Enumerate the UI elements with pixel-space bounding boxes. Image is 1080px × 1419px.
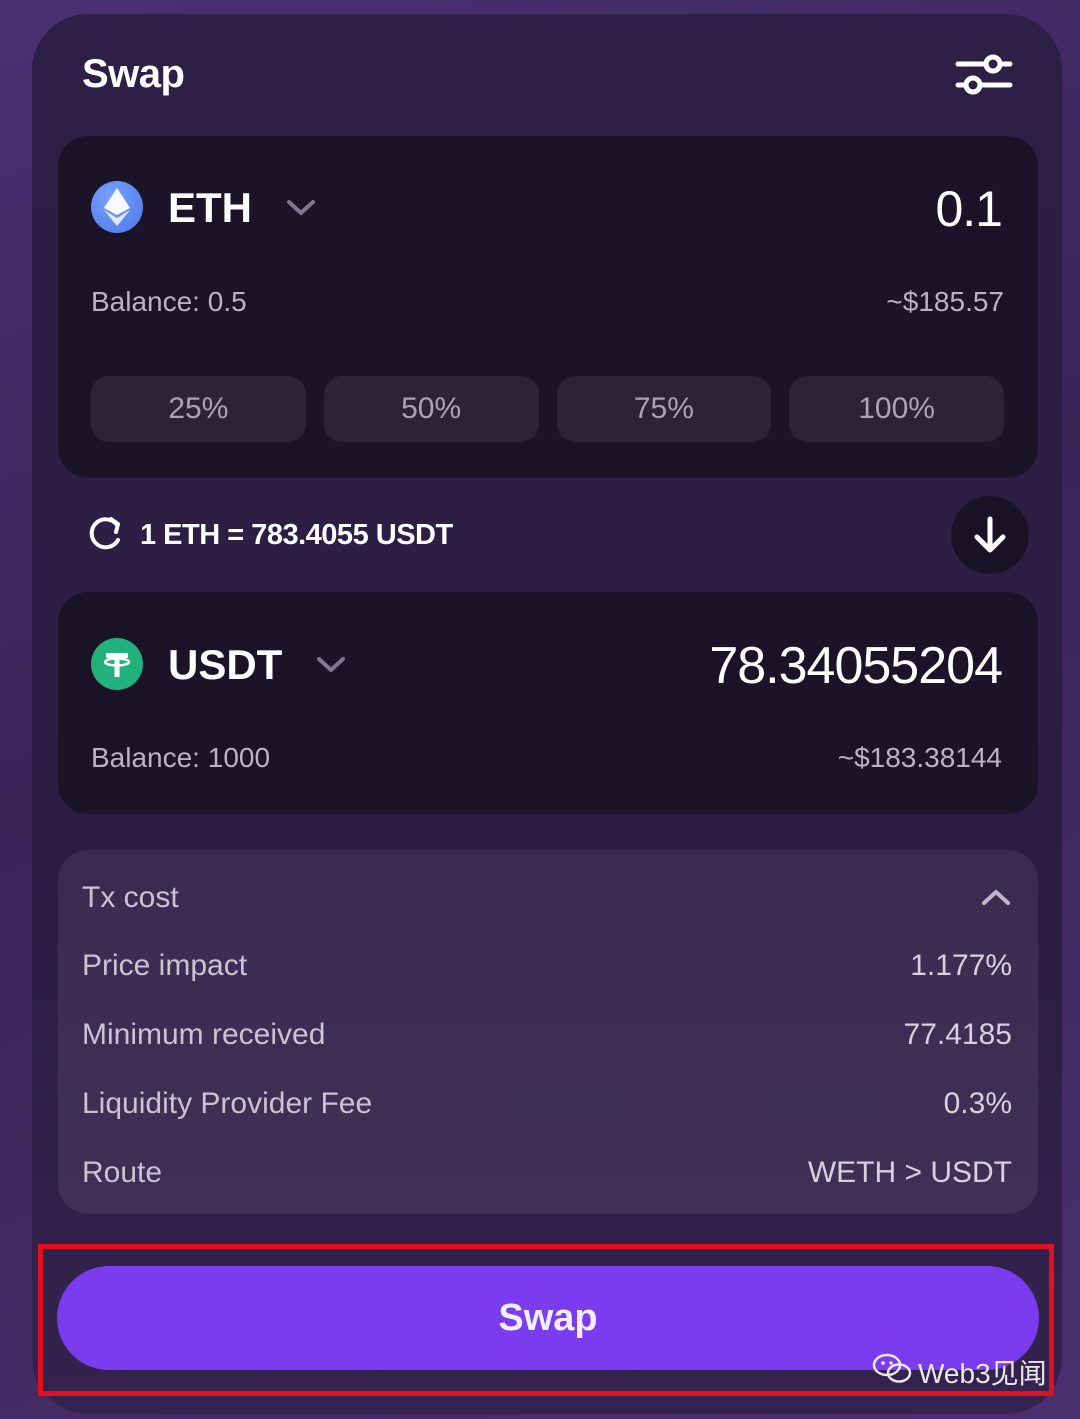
watermark-text: Web3见闻 (918, 1358, 1047, 1389)
detail-value: 0.3% (943, 1087, 1012, 1120)
rate-text: 1 ETH = 783.4055 USDT (140, 518, 453, 551)
sliders-icon[interactable] (955, 52, 1013, 98)
watermark: Web3见闻 (872, 1352, 1047, 1392)
detail-label: Liquidity Provider Fee (82, 1087, 373, 1120)
to-token-panel (58, 592, 1038, 814)
detail-row-minimum-received: Minimum received 77.4185 (82, 1013, 1012, 1057)
to-balance: Balance: 1000 (91, 742, 271, 773)
to-amount: 78.34055204 (709, 637, 1003, 695)
from-balance: Balance: 0.5 (91, 286, 247, 317)
detail-row-route: Route WETH > USDT (82, 1151, 1012, 1195)
chevron-down-icon[interactable] (316, 655, 346, 675)
percent-75-button[interactable]: 75% (556, 376, 772, 442)
detail-label: Route (82, 1156, 163, 1189)
ethereum-icon (91, 181, 143, 233)
detail-value: WETH > USDT (807, 1156, 1012, 1189)
chevron-down-icon[interactable] (286, 198, 316, 218)
tether-icon (91, 638, 143, 690)
detail-value: 77.4185 (903, 1018, 1012, 1051)
detail-label: Price impact (82, 949, 248, 982)
detail-label: Minimum received (82, 1018, 326, 1051)
to-usd-value: ~$183.38144 (837, 742, 1002, 773)
tx-cost-label: Tx cost (82, 881, 179, 914)
percent-100-button[interactable]: 100% (789, 376, 1004, 442)
from-token-name[interactable]: ETH (168, 184, 252, 232)
percent-25-button[interactable]: 25% (91, 376, 306, 442)
percent-50-button[interactable]: 50% (323, 376, 539, 442)
detail-row-price-impact: Price impact 1.177% (82, 944, 1012, 988)
from-usd-value: ~$185.57 (886, 286, 1004, 317)
flip-tokens-button[interactable] (951, 496, 1029, 574)
detail-row-lp-fee: Liquidity Provider Fee 0.3% (82, 1082, 1012, 1126)
detail-value: 1.177% (910, 949, 1012, 982)
chevron-up-icon[interactable] (980, 881, 1012, 915)
tx-cost-header[interactable]: Tx cost (82, 876, 1012, 920)
arrow-down-icon (974, 516, 1006, 553)
wechat-icon (872, 1352, 912, 1393)
refresh-icon[interactable] (86, 513, 126, 558)
from-amount-input[interactable]: 0.1 (935, 180, 1003, 238)
to-token-name[interactable]: USDT (168, 641, 282, 689)
exchange-rate: 1 ETH = 783.4055 USDT (86, 512, 453, 558)
percent-buttons: 25% 50% 75% 100% (91, 376, 1004, 442)
page-title: Swap (82, 52, 185, 96)
